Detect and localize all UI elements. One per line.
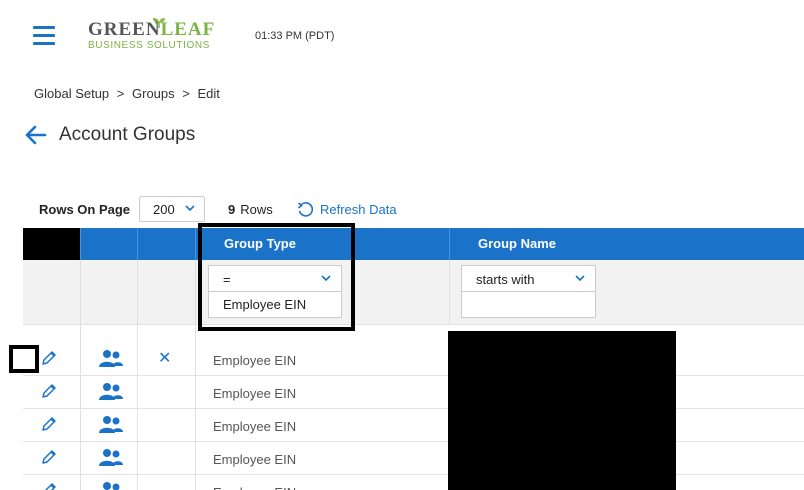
group-type-cell: Employee EIN [213, 419, 297, 434]
edit-highlight-box [9, 345, 39, 373]
pencil-icon[interactable] [40, 349, 58, 367]
pencil-icon[interactable] [40, 415, 58, 433]
sprout-icon [153, 18, 165, 28]
users-icon[interactable] [98, 415, 124, 435]
group-type-filter-value: Employee EIN [223, 297, 307, 312]
header-group-type[interactable]: Group Type [224, 228, 296, 260]
current-time: 01:33 PM (PDT) [255, 30, 335, 42]
table-row: Employee EIN [23, 376, 804, 409]
page-header: Account Groups [25, 124, 195, 146]
page-title: Account Groups [59, 124, 196, 145]
table-row: Employee EIN [23, 442, 804, 475]
header-cell-edit [23, 228, 80, 260]
account-groups-table: Group Type Group Name = Employee EIN sta… [23, 228, 804, 490]
hamburger-icon[interactable] [33, 26, 55, 46]
chevron-down-icon [185, 205, 195, 212]
refresh-data-label: Refresh Data [320, 202, 397, 217]
group-name-operator-value: starts with [476, 272, 535, 287]
refresh-data-button[interactable]: Refresh Data [297, 201, 397, 218]
breadcrumb-edit: Edit [197, 86, 220, 101]
refresh-icon [297, 202, 314, 217]
logo-text-leaf: LEAF [160, 19, 216, 40]
logo-tagline: BUSINESS SOLUTIONS [88, 40, 210, 51]
breadcrumb-separator: > [116, 86, 125, 101]
users-icon[interactable] [98, 349, 124, 369]
chevron-down-icon [321, 275, 331, 282]
group-type-cell: Employee EIN [213, 353, 297, 368]
pencil-icon[interactable] [40, 448, 58, 466]
company-logo: GREENLEAF BUSINESS SOLUTIONS [88, 18, 228, 56]
users-icon[interactable] [98, 481, 124, 490]
table-row: ✕ Employee EIN [23, 343, 804, 376]
group-type-cell: Employee EIN [213, 485, 296, 490]
group-type-operator-select[interactable]: = [208, 265, 342, 292]
group-type-operator-value: = [223, 272, 231, 287]
header-group-name[interactable]: Group Name [478, 228, 556, 260]
users-icon[interactable] [98, 382, 124, 402]
rows-on-page-label: Rows On Page [39, 202, 131, 217]
group-name-operator-select[interactable]: starts with [461, 265, 596, 292]
table-row: Employee EIN [23, 409, 804, 442]
table-header: Group Type Group Name [23, 228, 804, 260]
pencil-icon[interactable] [40, 481, 58, 490]
breadcrumb-global-setup[interactable]: Global Setup [34, 86, 109, 101]
users-icon[interactable] [98, 448, 124, 468]
pencil-icon[interactable] [40, 382, 58, 400]
row-count: 9 Rows [228, 202, 273, 217]
rows-on-page-value: 200 [153, 202, 175, 217]
group-type-filter-input[interactable]: Employee EIN [208, 292, 342, 318]
group-type-cell: Employee EIN [213, 452, 297, 467]
row-count-number: 9 [228, 202, 236, 217]
group-type-cell: Employee EIN [213, 386, 297, 401]
table-controls: Rows On Page 200 9 Rows Refresh Data [39, 196, 439, 224]
close-icon[interactable]: ✕ [158, 348, 171, 368]
group-name-filter-input[interactable] [461, 292, 596, 318]
row-count-label: Rows [240, 202, 273, 217]
breadcrumb-groups[interactable]: Groups [132, 86, 175, 101]
rows-on-page-select[interactable]: 200 [139, 196, 205, 222]
arrow-left-icon[interactable] [25, 125, 47, 145]
table-row: Employee EIN [23, 475, 804, 490]
breadcrumb: Global Setup > Groups > Edit [34, 86, 224, 101]
filter-row: = Employee EIN starts with [23, 260, 804, 325]
logo-text-green: GREEN [88, 19, 161, 40]
redacted-area [448, 331, 676, 490]
breadcrumb-separator: > [182, 86, 190, 101]
chevron-down-icon [575, 275, 585, 282]
